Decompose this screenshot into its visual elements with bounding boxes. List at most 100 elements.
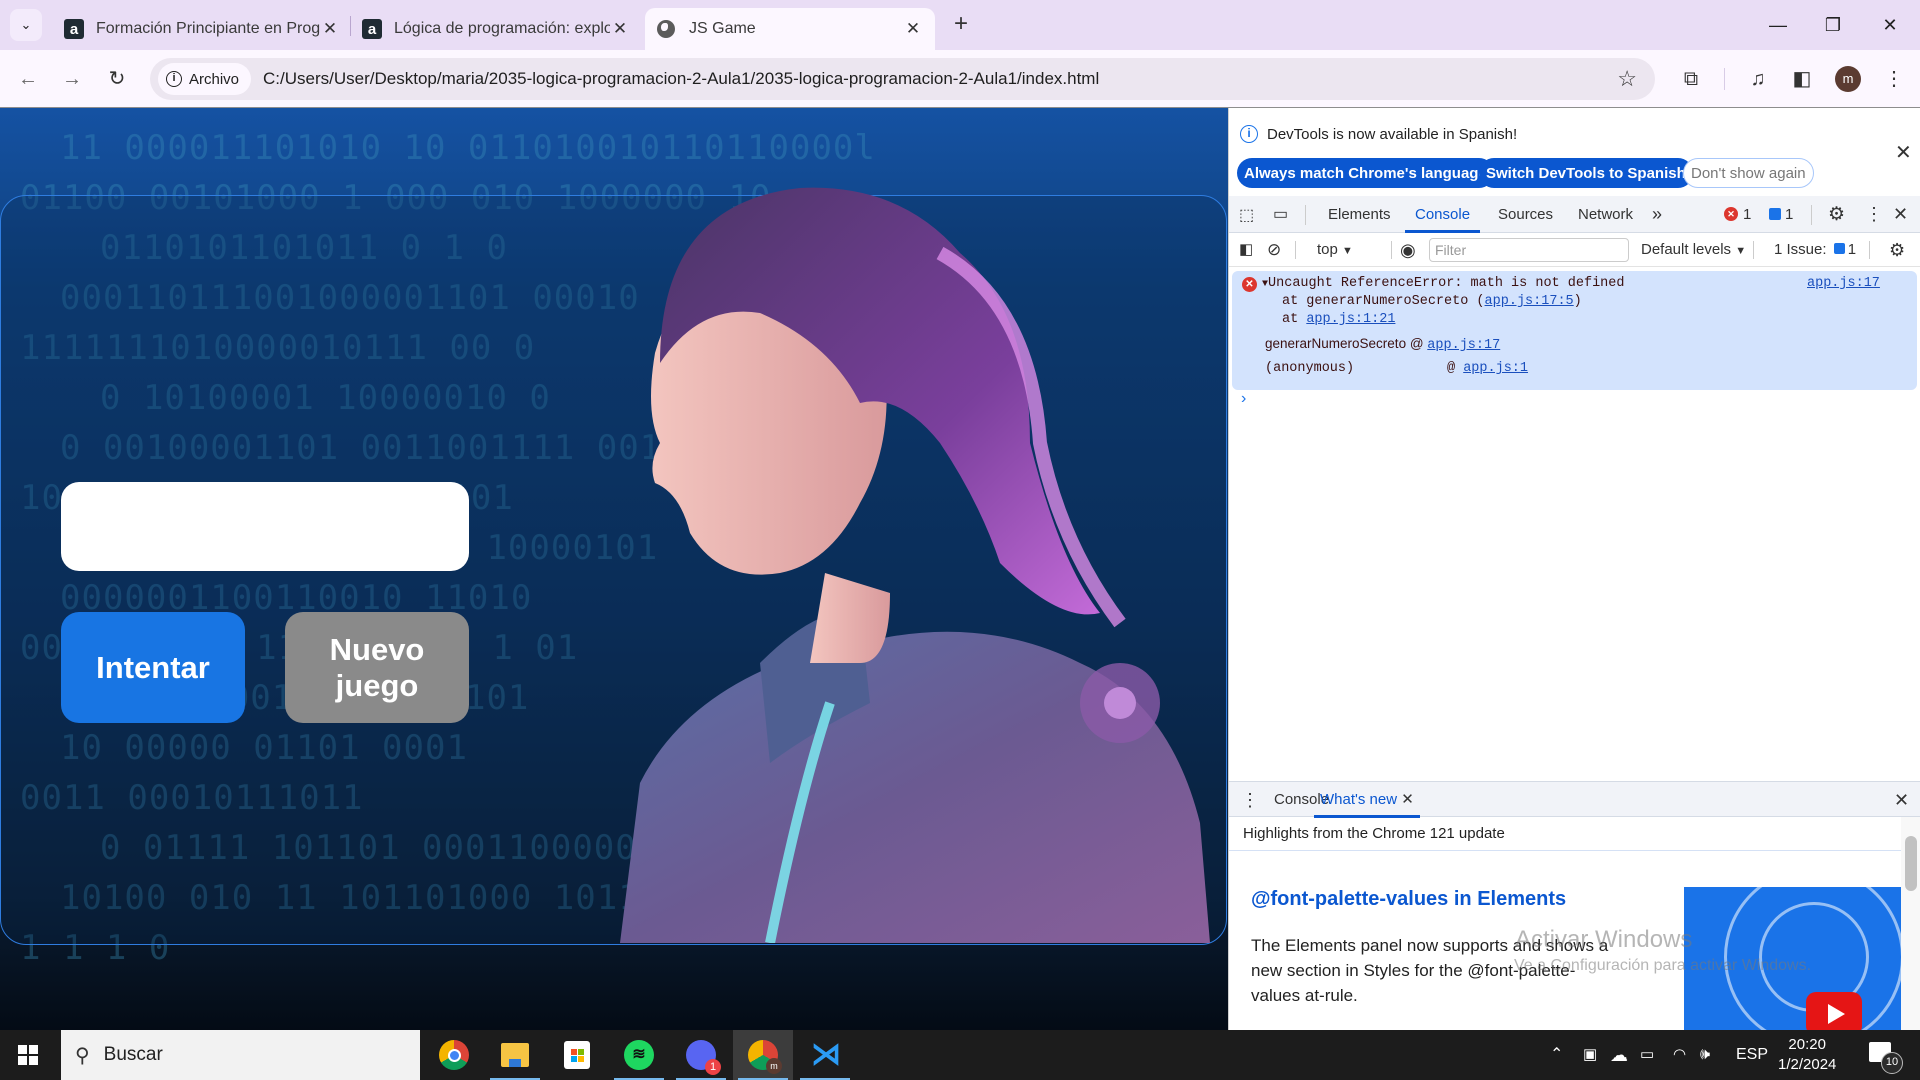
- taskbar-search[interactable]: ⚲ Buscar: [61, 1030, 420, 1080]
- stack-link[interactable]: app.js:17:5: [1485, 294, 1574, 309]
- stack-link[interactable]: app.js:1:21: [1306, 312, 1395, 327]
- close-icon[interactable]: ✕: [320, 19, 340, 39]
- settings-gear-icon[interactable]: ⚙: [1828, 196, 1845, 233]
- tab-logica[interactable]: a Lógica de programación: explor ✕: [350, 8, 642, 50]
- game-page: 11 000011101010 10 011010010110110000l 01…: [0, 108, 1228, 1030]
- frame-link[interactable]: app.js:1: [1463, 361, 1528, 376]
- back-button[interactable]: ←: [12, 63, 44, 95]
- error-count[interactable]: 1: [1743, 196, 1751, 233]
- bookmark-star-icon[interactable]: ☆: [1617, 66, 1637, 92]
- guess-number-input[interactable]: [61, 482, 469, 571]
- extensions-icon[interactable]: ⧉: [1675, 63, 1707, 95]
- console-prompt[interactable]: ›: [1241, 390, 1246, 408]
- folder-icon: [501, 1043, 529, 1067]
- language-infobar: i DevTools is now available in Spanish!: [1240, 125, 1517, 143]
- match-language-button[interactable]: Always match Chrome's language: [1237, 158, 1494, 188]
- reload-button[interactable]: ↻: [101, 63, 133, 95]
- live-expression-eye-icon[interactable]: ◉: [1400, 233, 1416, 267]
- activate-windows-title: Activar Windows: [1515, 926, 1693, 953]
- frame-link[interactable]: app.js:17: [1427, 338, 1500, 353]
- drawer-tab-whats-new[interactable]: What's new ✕: [1314, 782, 1420, 818]
- device-toolbar-icon[interactable]: ▭: [1273, 204, 1288, 224]
- try-button[interactable]: Intentar: [61, 612, 245, 723]
- message-icon: [1769, 208, 1781, 220]
- inspect-element-icon[interactable]: ⬚: [1239, 205, 1254, 225]
- sidebar-toggle-icon[interactable]: ◧: [1239, 233, 1253, 267]
- minimize-button[interactable]: —: [1758, 10, 1798, 40]
- alura-icon: a: [362, 19, 382, 39]
- address-bar[interactable]: i Archivo C:/Users/User/Desktop/maria/20…: [150, 58, 1655, 100]
- clock[interactable]: 20:20 1/2/2024: [1778, 1035, 1836, 1075]
- taskbar-vscode[interactable]: ⋊: [795, 1030, 855, 1080]
- close-window-button[interactable]: ✕: [1870, 10, 1910, 40]
- call-frame: (anonymous): [1265, 361, 1354, 376]
- issues-button[interactable]: 1 Issue: 1: [1774, 233, 1856, 267]
- tab-title: JS Game: [689, 20, 756, 37]
- stack-line: at app.js:1:21: [1282, 312, 1395, 327]
- scrollbar-thumb[interactable]: [1905, 836, 1917, 891]
- tab-formacion[interactable]: a Formación Principiante en Prog ✕: [52, 8, 352, 50]
- notification-center-icon[interactable]: 10: [1869, 1042, 1903, 1074]
- error-source-link[interactable]: app.js:17: [1807, 276, 1880, 291]
- onedrive-cloud-icon[interactable]: ☁: [1610, 1030, 1628, 1080]
- devtools-menu-icon[interactable]: ⋮: [1865, 196, 1883, 233]
- browser-menu-icon[interactable]: ⋮: [1878, 63, 1910, 95]
- message-count[interactable]: 1: [1785, 196, 1793, 233]
- article-title[interactable]: @font-palette-values in Elements: [1251, 888, 1566, 911]
- drawer-menu-icon[interactable]: ⋮: [1241, 782, 1259, 818]
- console-settings-icon[interactable]: ⚙: [1889, 233, 1905, 267]
- new-tab-button[interactable]: +: [948, 12, 974, 38]
- battery-icon[interactable]: ▭: [1640, 1030, 1654, 1080]
- taskbar-store[interactable]: [547, 1030, 607, 1080]
- restore-button[interactable]: ❐: [1813, 10, 1853, 40]
- alura-icon: a: [64, 19, 84, 39]
- taskbar-discord[interactable]: 1: [671, 1030, 731, 1080]
- site-info-chip[interactable]: i Archivo: [158, 63, 252, 95]
- media-control-icon[interactable]: ♫: [1742, 63, 1774, 95]
- search-placeholder: Buscar: [103, 1044, 163, 1065]
- tab-elements[interactable]: Elements: [1328, 196, 1391, 233]
- volume-icon[interactable]: 🕪: [1700, 1030, 1710, 1080]
- more-tabs-icon[interactable]: »: [1652, 196, 1662, 233]
- close-devtools-icon[interactable]: ✕: [1893, 196, 1908, 233]
- log-levels-dropdown[interactable]: Default levels ▼: [1641, 233, 1746, 267]
- clear-console-icon[interactable]: ⊘: [1267, 233, 1281, 267]
- taskbar-spotify[interactable]: ≋: [609, 1030, 669, 1080]
- close-icon[interactable]: ✕: [903, 19, 923, 39]
- forward-button[interactable]: →: [56, 63, 88, 95]
- toolbar-divider: [1724, 68, 1725, 90]
- context-selector[interactable]: top ▼: [1317, 233, 1353, 267]
- tab-list-button[interactable]: ⌄: [10, 9, 42, 41]
- error-text[interactable]: ▼Uncaught ReferenceError: math is not de…: [1262, 276, 1624, 291]
- side-panel-icon[interactable]: ◧: [1786, 63, 1818, 95]
- dont-show-again-button[interactable]: Don't show again: [1683, 158, 1814, 188]
- tab-sources[interactable]: Sources: [1498, 196, 1553, 233]
- new-game-button[interactable]: Nuevo juego: [285, 612, 469, 723]
- tray-overflow-icon[interactable]: ⌃: [1550, 1030, 1563, 1080]
- close-infobar-icon[interactable]: ✕: [1895, 140, 1912, 165]
- close-icon[interactable]: ✕: [610, 19, 630, 39]
- close-icon[interactable]: ✕: [1401, 791, 1414, 808]
- console-toolbar: ◧ ⊘ top ▼ ◉ Filter Default levels ▼ 1 Is…: [1229, 233, 1920, 267]
- tab-network[interactable]: Network: [1578, 196, 1633, 233]
- store-icon: [564, 1041, 590, 1069]
- url-text[interactable]: C:/Users/User/Desktop/maria/2035-logica-…: [263, 69, 1099, 89]
- profile-avatar[interactable]: m: [1835, 66, 1861, 92]
- frame-function: generarNumeroSecreto: [1265, 336, 1407, 351]
- switch-to-spanish-button[interactable]: Switch DevTools to Spanish: [1479, 158, 1693, 188]
- globe-icon: [657, 20, 675, 38]
- taskbar-chrome[interactable]: [424, 1030, 484, 1080]
- windows-start-icon[interactable]: [18, 1045, 38, 1065]
- tab-js-game[interactable]: JS Game ✕: [645, 8, 935, 50]
- tab-console[interactable]: Console: [1405, 196, 1481, 233]
- taskbar-file-explorer[interactable]: [485, 1030, 545, 1080]
- console-filter-input[interactable]: Filter: [1429, 238, 1629, 262]
- camera-icon[interactable]: ▣: [1583, 1030, 1597, 1080]
- stack-text: at generarNumeroSecreto (: [1282, 294, 1485, 309]
- info-icon: i: [166, 71, 182, 87]
- taskbar-chrome-profile[interactable]: m: [733, 1030, 793, 1080]
- language-indicator[interactable]: ESP: [1736, 1030, 1768, 1080]
- close-drawer-icon[interactable]: ✕: [1894, 782, 1909, 818]
- wifi-icon[interactable]: ◠: [1673, 1030, 1686, 1080]
- divider: [1391, 241, 1392, 259]
